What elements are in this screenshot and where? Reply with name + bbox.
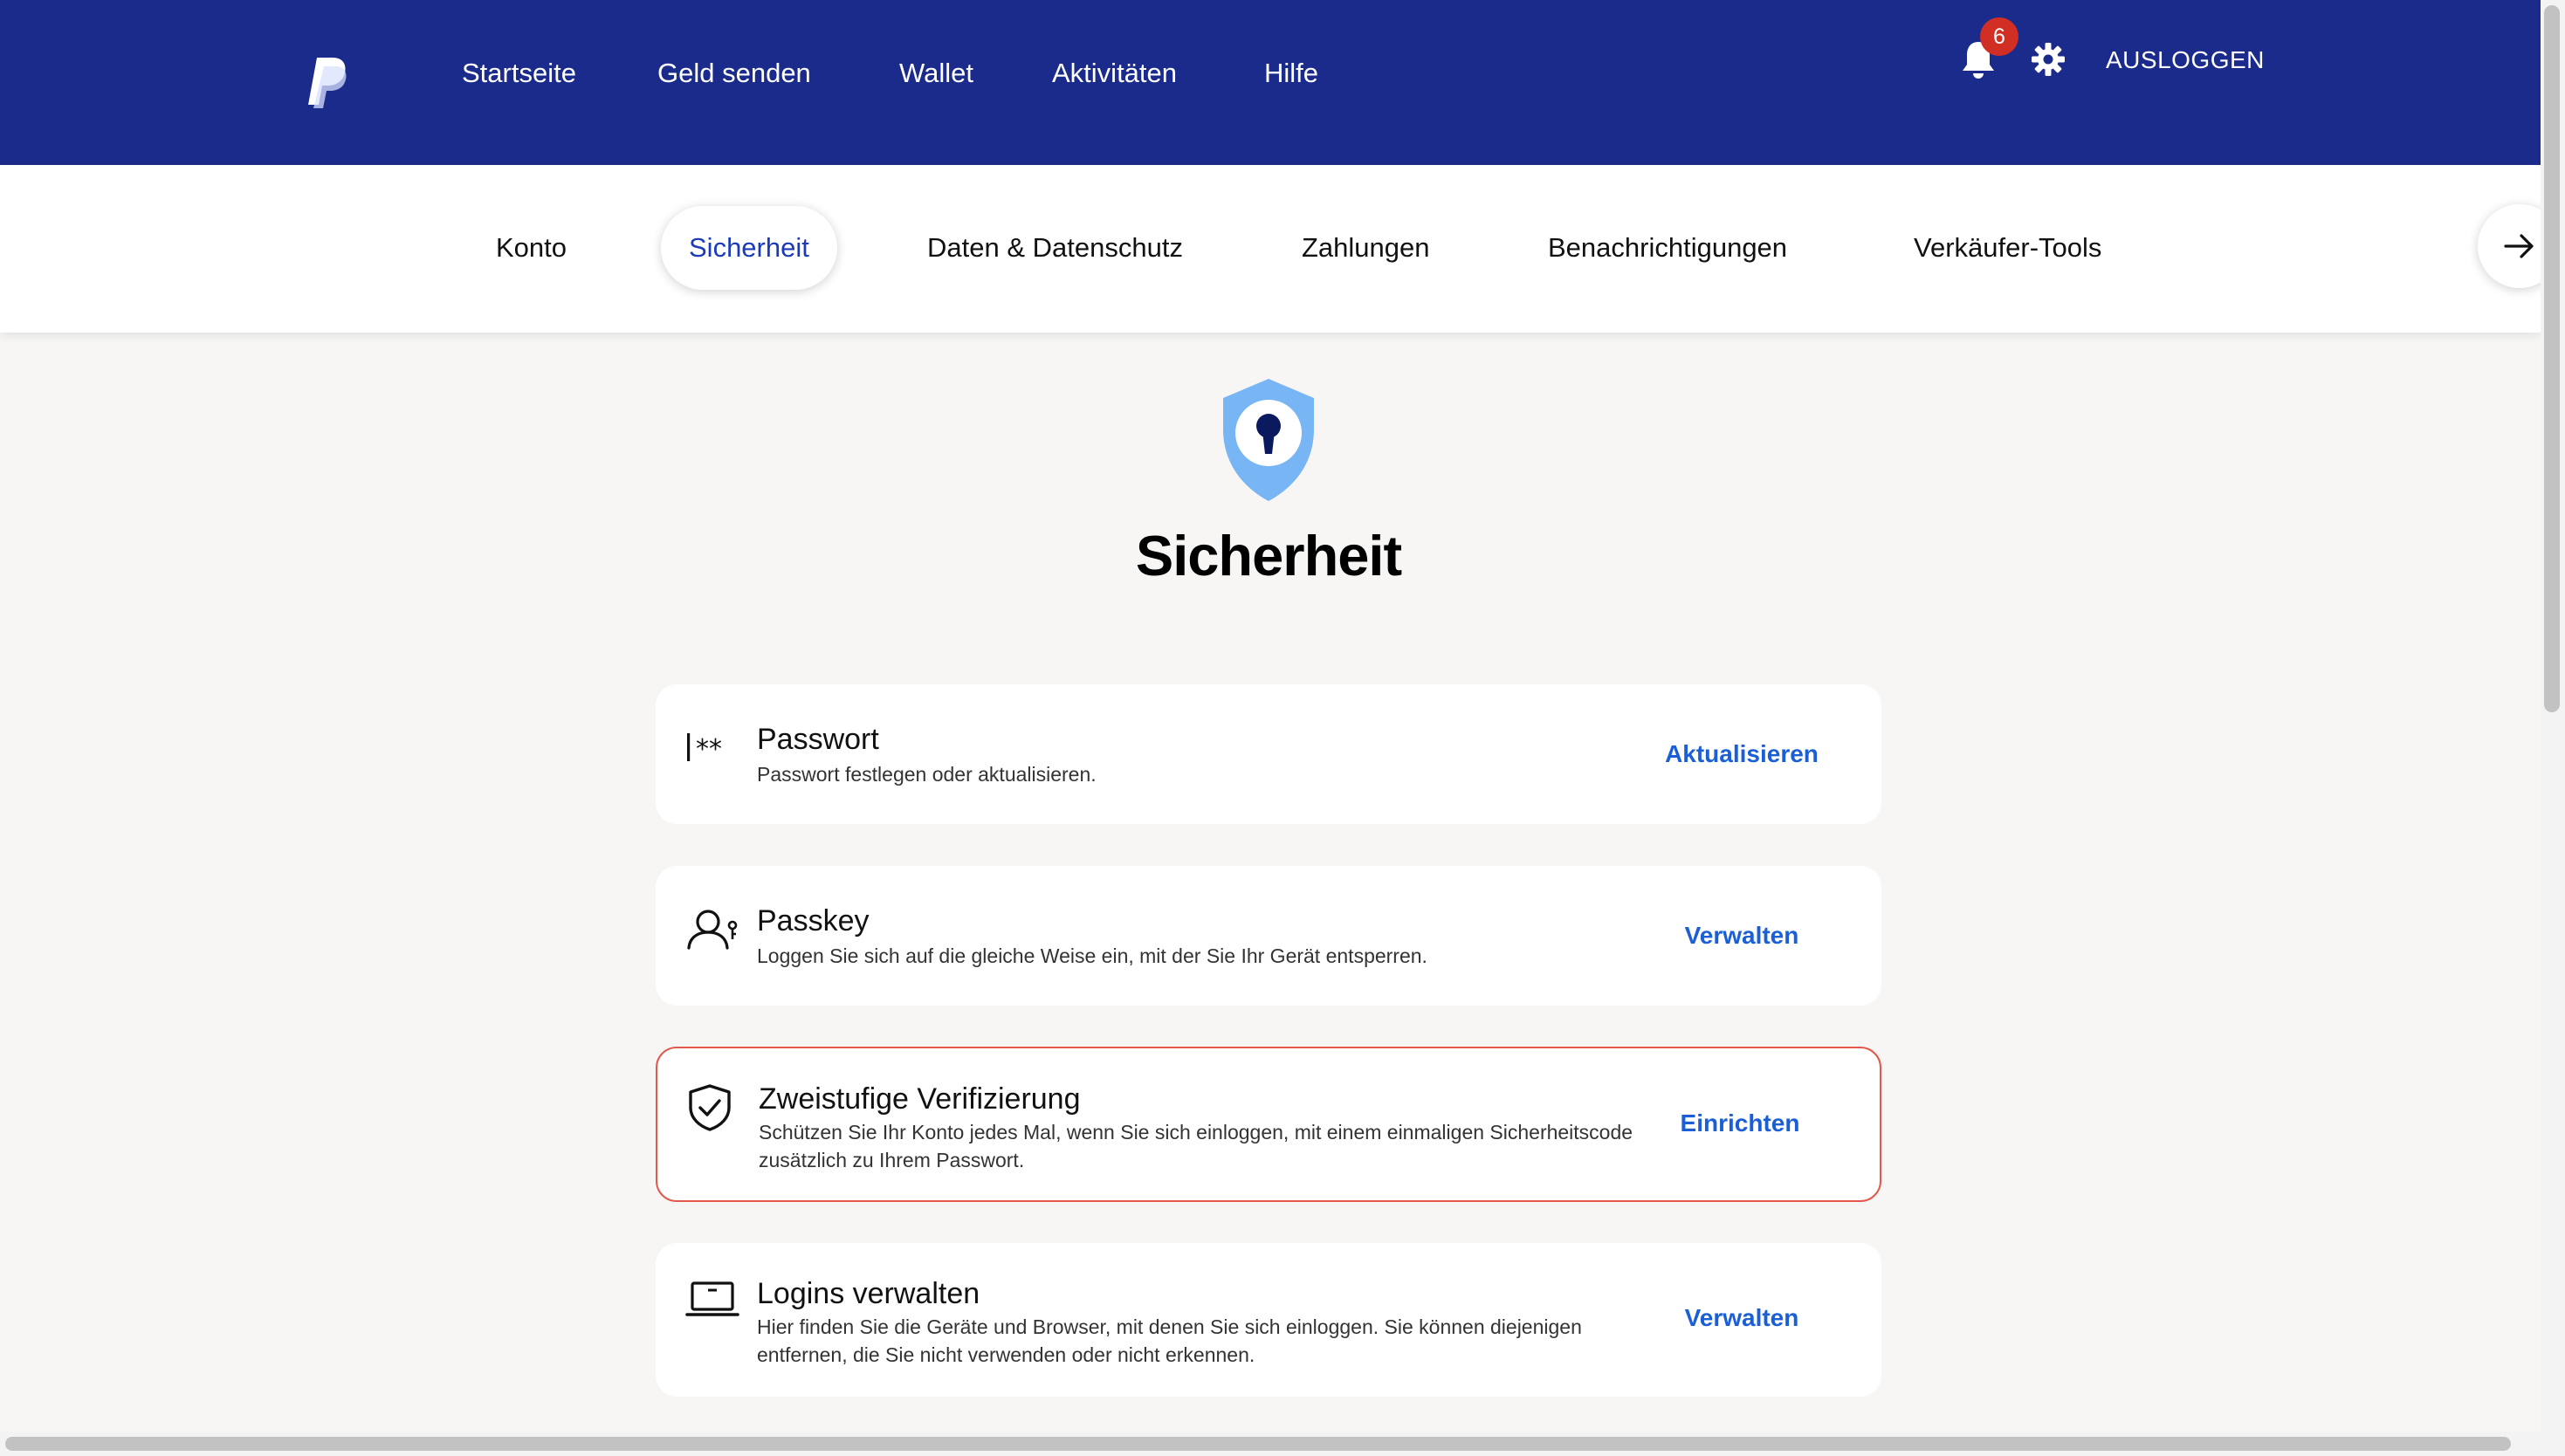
card-description: Passwort festlegen oder aktualisieren. [757,763,1097,786]
card-title: Passkey [757,904,870,937]
manage-logins-button[interactable]: Verwalten [1637,1302,1846,1334]
tab-verkaeufer-tools[interactable]: Verkäufer-Tools [1914,206,2101,290]
page-title: Sicherheit [1135,524,1402,587]
manage-logins-card: Logins verwalten Hier finden Sie die Ger… [656,1243,1881,1397]
card-title: Passwort [757,723,879,756]
manage-passkey-button[interactable]: Verwalten [1637,920,1846,951]
nav-wallet[interactable]: Wallet [899,56,973,91]
nav-hilfe[interactable]: Hilfe [1264,56,1318,91]
two-step-verification-card: Zweistufige Verifizierung Schützen Sie I… [656,1047,1881,1202]
svg-text:**: ** [696,734,722,765]
tab-konto[interactable]: Konto [496,206,567,290]
tab-daten-datenschutz[interactable]: Daten & Datenschutz [927,206,1183,290]
paypal-logo[interactable] [305,56,348,110]
top-navigation-bar: Startseite Geld senden Wallet Aktivitäte… [0,0,2541,165]
update-password-button[interactable]: Aktualisieren [1637,738,1846,770]
card-title: Logins verwalten [757,1277,980,1310]
nav-geld-senden[interactable]: Geld senden [657,56,811,91]
password-card: ** Passwort Passwort festlegen oder aktu… [656,684,1881,824]
shield-keyhole-icon [1223,379,1314,501]
nav-startseite[interactable]: Startseite [462,56,576,91]
card-description: Hier finden Sie die Geräte und Browser, … [757,1315,1582,1366]
passkey-icon [687,910,738,950]
tab-zahlungen[interactable]: Zahlungen [1302,206,1430,290]
card-description: Loggen Sie sich auf die gleiche Weise ei… [757,944,1427,967]
tab-sicherheit[interactable]: Sicherheit [661,206,837,290]
card-title: Zweistufige Verifizierung [759,1082,1081,1116]
passkey-card: Passkey Loggen Sie sich auf die gleiche … [656,866,1881,1006]
logout-link[interactable]: AUSLOGGEN [2106,45,2265,76]
notification-badge: 6 [1980,17,2018,56]
nav-aktivitaeten[interactable]: Aktivitäten [1052,56,1177,91]
gear-icon[interactable] [2031,42,2066,77]
arrow-right-icon [2504,234,2534,258]
card-description: Schützen Sie Ihr Konto jedes Mal, wenn S… [759,1121,1633,1171]
vertical-scrollbar-thumb[interactable] [2544,5,2560,712]
laptop-icon [685,1281,739,1316]
shield-check-icon [689,1084,731,1131]
settings-tabs: Konto Sicherheit Daten & Datenschutz Zah… [0,165,2562,333]
setup-two-step-button[interactable]: Einrichten [1635,1108,1845,1139]
password-icon: ** [687,733,722,765]
horizontal-scrollbar-thumb[interactable] [5,1437,2511,1451]
tab-benachrichtigungen[interactable]: Benachrichtigungen [1548,206,1787,290]
